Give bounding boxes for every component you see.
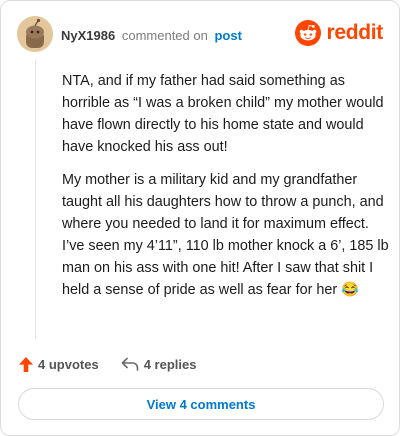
- thread-line: [35, 59, 36, 339]
- upvote-count: 4 upvotes: [38, 356, 99, 372]
- comment-card: NyX1986 commented on post reddit NTA, an…: [0, 0, 400, 436]
- comment-body: NTA, and if my father had said something…: [62, 70, 392, 312]
- reply-arrow-icon: [121, 357, 138, 371]
- view-comments-button[interactable]: View 4 comments: [18, 388, 384, 420]
- comment-paragraph: My mother is a military kid and my grand…: [62, 172, 389, 298]
- comment-paragraph: NTA, and if my father had said something…: [62, 73, 384, 155]
- upvote-arrow-icon: [19, 356, 33, 372]
- brand-wordmark: reddit: [326, 21, 383, 44]
- byline: NyX1986 commented on post: [61, 28, 242, 44]
- reddit-snoo-icon: [295, 20, 322, 46]
- user-avatar[interactable]: [17, 16, 53, 52]
- reddit-logo[interactable]: reddit: [295, 19, 383, 47]
- reply-count: 4 replies: [143, 356, 197, 372]
- upvote-button[interactable]: 4 upvotes: [19, 356, 99, 372]
- username[interactable]: NyX1986: [61, 28, 115, 43]
- reply-button[interactable]: 4 replies: [121, 356, 197, 372]
- commented-on-label: commented on: [121, 28, 208, 43]
- post-link[interactable]: post: [214, 28, 241, 43]
- comment-header: NyX1986 commented on post reddit: [17, 16, 383, 56]
- snoo-avatar-icon: [17, 16, 53, 52]
- comment-actions: 4 upvotes 4 replies: [19, 353, 196, 375]
